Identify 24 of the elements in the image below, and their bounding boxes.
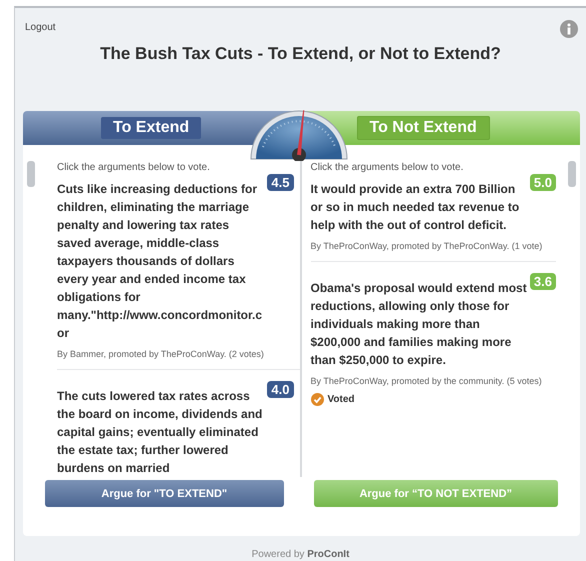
footer-text: Powered by ProConIt [250,549,350,560]
page-title: The Bush Tax Cuts - To Extend, or Not to Extend? [99,44,502,64]
scrollbar[interactable] [568,161,576,187]
score-badge: 3.6 [530,273,556,290]
argument-text[interactable]: The cuts lowered tax rates across the board on income, dividends and capital gains; eventually eliminated the estate tax; further lowered burdens on married [57,380,266,477]
gauge-needle [296,110,304,156]
byline-text: By TheProConWay, promoted by TheProConWay. (1 vote) [310,240,544,253]
score-badge: 4.0 [267,381,294,398]
argument-text[interactable]: Obama's proposal would extend most reductions, allowing only those for individuals making more than $200,000 and families making more than $250,000 to expire. [310,272,528,369]
byline-text: By Bammer, promoted by TheProConWay. (2 votes) [57,348,265,361]
scrollbar[interactable] [27,161,35,187]
side-label: To Not Extend [356,116,490,140]
voted-label: Voted [328,394,355,405]
side-label: To Extend [101,117,202,139]
logout-link[interactable]: Logout [25,22,56,38]
instruction-text: Click the arguments below to vote. [57,161,211,173]
info-icon[interactable] [560,20,578,38]
instruction-text: Click the arguments below to vote. [310,161,464,173]
score-badge: 4.5 [267,174,294,191]
argument-text[interactable]: Cuts like increasing deductions for children, eliminating the marriage penalty and lowering tax rates saved average, middle-class taxpayers thousands of dollars every year and ended income tax obligations for many."http://www.concordmonitor.cor [57,173,266,342]
argue-button[interactable]: Argue for "TO EXTEND" [45,480,284,507]
argument-text[interactable]: It would provide an extra 700 Billion or so in much needed tax revenue to help with the out of control deficit. [310,173,528,234]
byline-text: By TheProConWay, promoted by the community. (5 votes) [310,375,543,388]
score-badge: 5.0 [530,174,556,191]
